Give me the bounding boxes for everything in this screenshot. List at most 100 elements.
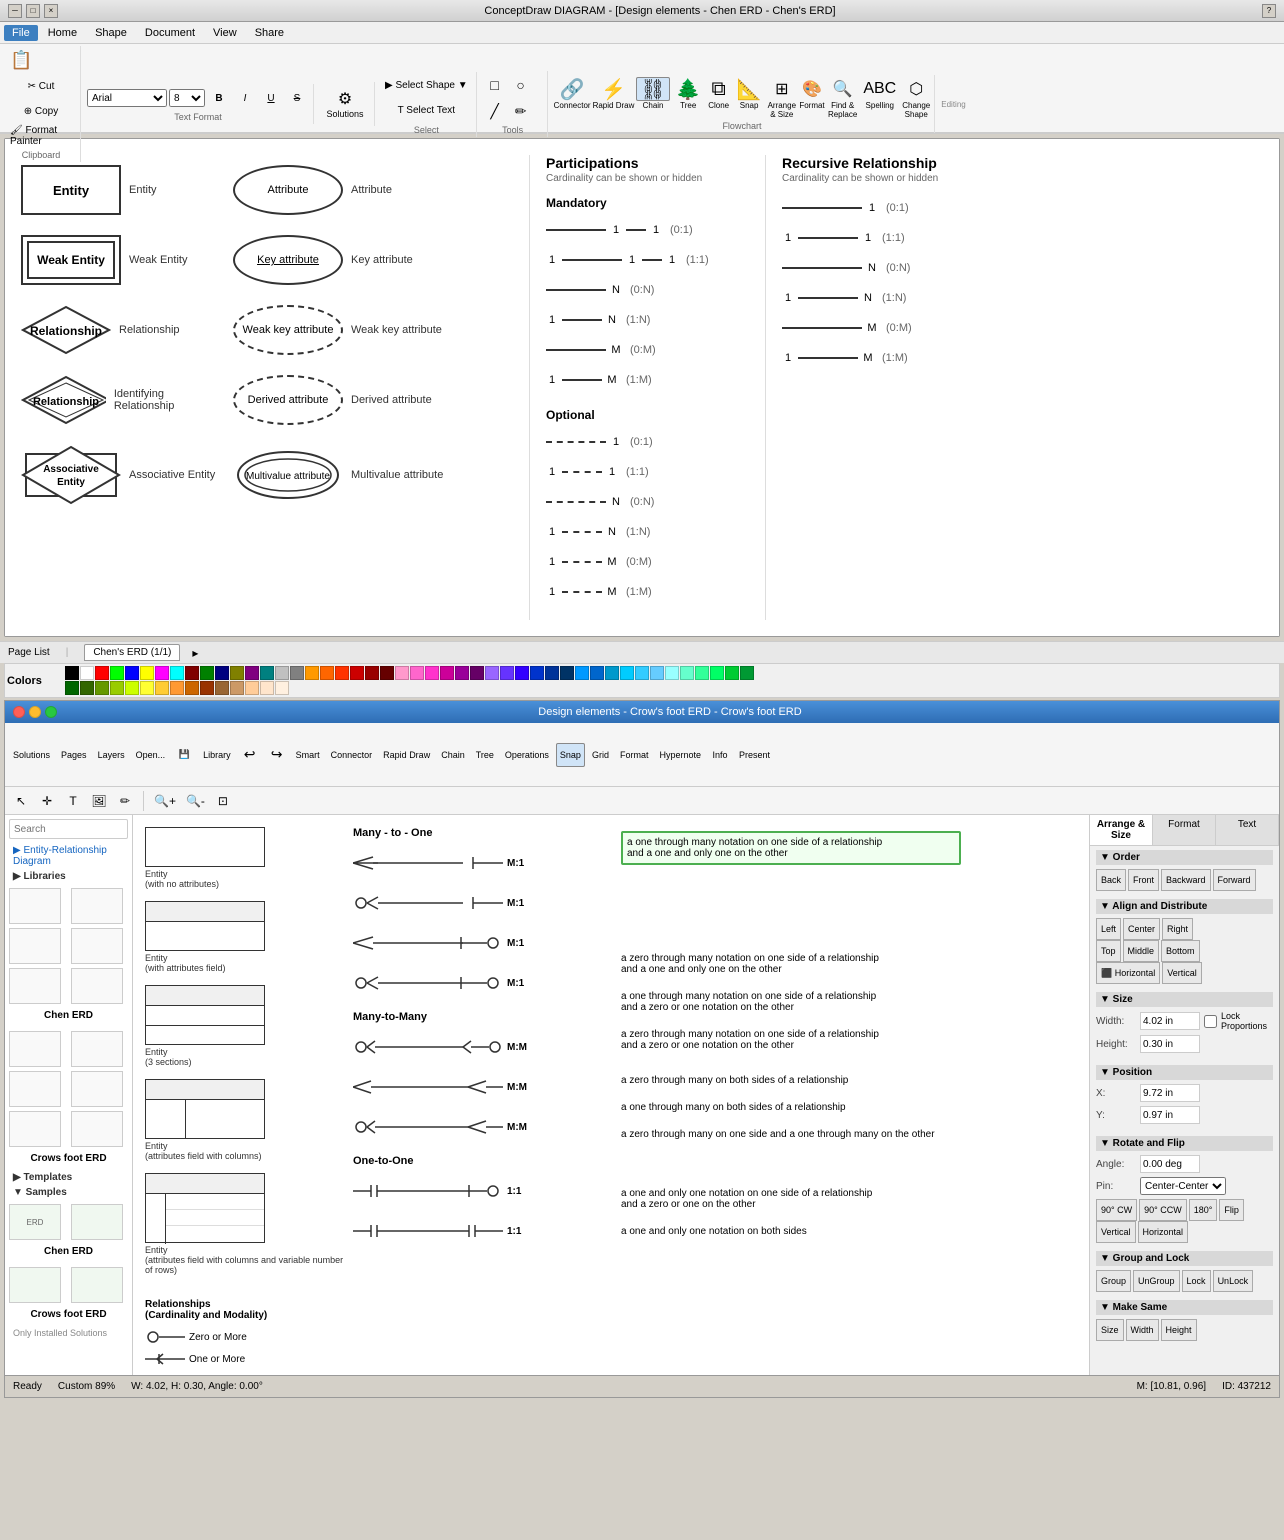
sidebar-erd[interactable]: ▶ Entity-Relationship Diagram	[9, 843, 128, 869]
format-painter-btn[interactable]: 🖌 Format Painter	[6, 124, 76, 148]
color-swatch[interactable]	[680, 666, 694, 680]
crows-foot-lib-label[interactable]: Crows foot ERD	[9, 1151, 128, 1166]
zoom-out-btn[interactable]: 🔍-	[182, 789, 209, 813]
arrow-tool[interactable]: ↖	[9, 789, 33, 813]
flip-btn[interactable]: Flip	[1219, 1199, 1244, 1221]
color-swatch[interactable]	[515, 666, 529, 680]
rect-tool[interactable]: □	[483, 73, 507, 97]
relationship-shape[interactable]: Relationship	[21, 305, 111, 355]
menu-home[interactable]: Home	[40, 25, 85, 41]
color-swatch[interactable]	[695, 666, 709, 680]
color-swatch[interactable]	[155, 681, 169, 695]
color-swatch[interactable]	[545, 666, 559, 680]
color-swatch[interactable]	[335, 666, 349, 680]
color-swatch[interactable]	[200, 666, 214, 680]
associative-entity-shape[interactable]: Associative Entity	[21, 445, 121, 505]
same-height-btn[interactable]: Height	[1161, 1319, 1197, 1341]
color-swatch[interactable]	[725, 666, 739, 680]
forward-btn[interactable]: Forward	[1213, 869, 1256, 891]
tree-btn2[interactable]: Tree	[472, 743, 498, 767]
width-input[interactable]	[1140, 1012, 1200, 1030]
vertical-btn[interactable]: Vertical	[1162, 962, 1202, 984]
image-tool[interactable]: 🖼	[87, 789, 111, 813]
flip-vertical-btn[interactable]: Vertical	[1096, 1221, 1136, 1243]
canvas-second[interactable]: Entity(with no attributes) Entity(with a…	[133, 815, 1089, 1375]
backward-btn[interactable]: Backward	[1161, 869, 1211, 891]
operations-btn[interactable]: Operations	[501, 743, 553, 767]
chen-erd-lib-label[interactable]: Chen ERD	[9, 1008, 128, 1023]
entity-box-1[interactable]	[145, 827, 265, 867]
present-btn[interactable]: Present	[735, 743, 774, 767]
horizontal-btn[interactable]: ⬛ Horizontal	[1096, 962, 1160, 984]
height-input[interactable]	[1140, 1035, 1200, 1053]
color-swatch[interactable]	[95, 666, 109, 680]
color-swatch[interactable]	[305, 666, 319, 680]
grid-btn[interactable]: Grid	[588, 743, 613, 767]
ungroup-btn[interactable]: UnGroup	[1133, 1270, 1180, 1292]
rotate-180-btn[interactable]: 180°	[1189, 1199, 1218, 1221]
minimize-btn[interactable]: ─	[8, 4, 22, 18]
color-swatch[interactable]	[605, 666, 619, 680]
color-swatch[interactable]	[620, 666, 634, 680]
clone-btn[interactable]: ⧉	[707, 77, 731, 101]
connector-btn[interactable]: 🔗	[556, 77, 589, 101]
color-swatch[interactable]	[80, 681, 94, 695]
text-tool[interactable]: T	[61, 789, 85, 813]
entity-shape[interactable]: Entity	[21, 165, 121, 215]
align-right-btn[interactable]: Right	[1162, 918, 1193, 940]
identifying-relationship-shape[interactable]: Relationship	[21, 375, 106, 425]
color-swatch[interactable]	[200, 681, 214, 695]
color-swatch[interactable]	[140, 666, 154, 680]
color-swatch[interactable]	[455, 666, 469, 680]
color-swatch[interactable]	[350, 666, 364, 680]
close-btn[interactable]: ×	[44, 4, 58, 18]
format-tab[interactable]: Format	[1153, 815, 1216, 845]
solutions-btn2[interactable]: Solutions	[9, 743, 54, 767]
color-swatch[interactable]	[710, 666, 724, 680]
menu-shape[interactable]: Shape	[87, 25, 135, 41]
paste-btn[interactable]: 📋	[6, 48, 36, 72]
align-top-btn[interactable]: Top	[1096, 940, 1121, 962]
chain-btn2[interactable]: Chain	[437, 743, 469, 767]
sidebar-search[interactable]	[9, 819, 128, 839]
color-swatch[interactable]	[575, 666, 589, 680]
connector-btn2[interactable]: Connector	[327, 743, 377, 767]
angle-input[interactable]	[1140, 1155, 1200, 1173]
color-swatch[interactable]	[260, 681, 274, 695]
copy-btn[interactable]: ⊕ Copy	[6, 99, 76, 123]
page-tab-chens-erd[interactable]: Chen's ERD (1/1)	[84, 644, 180, 661]
layers-btn[interactable]: Layers	[94, 743, 129, 767]
help-btn[interactable]: ?	[1262, 4, 1276, 18]
menu-file[interactable]: File	[4, 25, 38, 41]
color-swatch[interactable]	[80, 666, 94, 680]
weak-entity-shape[interactable]: Weak Entity	[21, 235, 121, 285]
color-swatch[interactable]	[215, 681, 229, 695]
page-nav-btn[interactable]: ▸	[192, 646, 198, 660]
color-swatch[interactable]	[380, 666, 394, 680]
color-swatch[interactable]	[215, 666, 229, 680]
weak-key-attribute-shape[interactable]: Weak key attribute	[233, 305, 343, 355]
color-swatch[interactable]	[125, 681, 139, 695]
color-swatch[interactable]	[230, 681, 244, 695]
info-btn[interactable]: Info	[708, 743, 732, 767]
maximize-btn[interactable]: □	[26, 4, 40, 18]
size-title[interactable]: ▼ Size	[1096, 992, 1273, 1007]
color-swatch[interactable]	[530, 666, 544, 680]
lock-btn[interactable]: Lock	[1182, 1270, 1211, 1292]
color-swatch[interactable]	[290, 666, 304, 680]
pin-select[interactable]: Center-Center	[1140, 1177, 1226, 1195]
font-size-select[interactable]: 8	[169, 89, 205, 107]
entity-box-4[interactable]	[145, 1079, 265, 1139]
color-swatch[interactable]	[485, 666, 499, 680]
entity-box-2[interactable]	[145, 901, 265, 951]
maximize-traffic-light[interactable]	[45, 706, 57, 718]
library-btn[interactable]: Library	[199, 743, 235, 767]
fit-btn[interactable]: ⊡	[211, 789, 235, 813]
attribute-shape[interactable]: Attribute	[233, 165, 343, 215]
format-btn[interactable]: 🎨	[798, 77, 826, 101]
lock-proportions-checkbox[interactable]	[1204, 1015, 1217, 1028]
unlock-btn[interactable]: UnLock	[1213, 1270, 1254, 1292]
align-bottom-btn[interactable]: Bottom	[1161, 940, 1200, 962]
color-swatch[interactable]	[665, 666, 679, 680]
color-swatch[interactable]	[410, 666, 424, 680]
